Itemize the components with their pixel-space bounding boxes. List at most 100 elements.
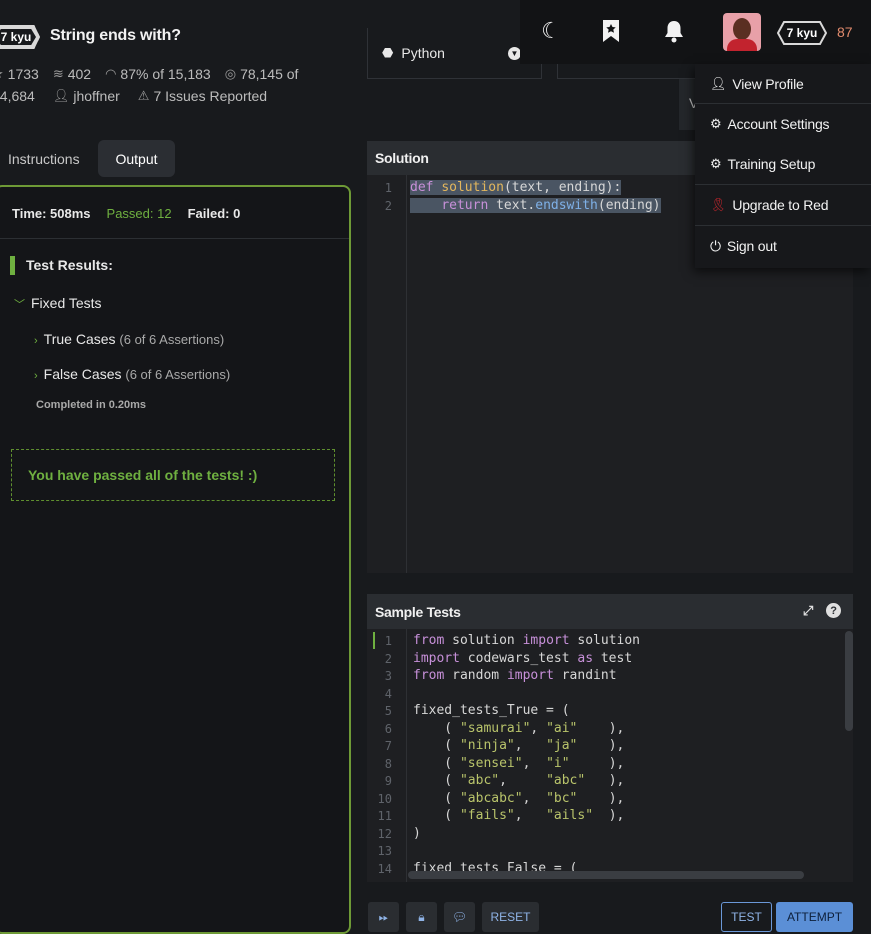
line-number: 2 — [384, 199, 392, 213]
unlock-solutions-button[interactable]: 🔒︎ — [406, 902, 437, 932]
discuss-button[interactable]: 💬︎ — [444, 902, 475, 932]
run-time: Time: 508ms — [12, 206, 91, 221]
line-number: 13 — [377, 844, 392, 858]
completions-total: 54,684 — [0, 88, 35, 104]
collections-icon: ≋ — [52, 66, 64, 81]
divider — [0, 238, 349, 239]
line-number: 7 — [384, 739, 392, 753]
power-icon: ⏻ — [710, 237, 721, 254]
completed-time: Completed in 0.20ms — [36, 399, 147, 411]
menu-label: Sign out — [726, 238, 777, 254]
issues-link[interactable]: 7 Issues Reported — [153, 88, 267, 104]
star-icon: ★ — [0, 66, 4, 82]
moon-icon[interactable]: ☾ — [538, 18, 564, 44]
user-rank-text: 7 kyu — [786, 26, 818, 40]
completions-count: 78,145 of — [240, 66, 299, 82]
line-number: 10 — [377, 792, 392, 806]
sample-tests-editor[interactable]: 1 2 3 4 5 6 7 8 9 10 11 12 13 14 from so… — [367, 629, 853, 882]
code-line: def solution(text, ending): — [410, 180, 622, 195]
skip-button[interactable]: ⏩︎ — [368, 902, 399, 932]
line-number: 11 — [377, 809, 392, 823]
warning-icon: ⚠ — [137, 88, 150, 103]
line-number: 1 — [384, 634, 392, 648]
help-icon[interactable]: ? — [826, 603, 841, 618]
test-case-true[interactable]: › True Cases (6 of 6 Assertions) — [34, 331, 224, 347]
stars-count: 1733 — [7, 66, 39, 82]
code-line: ( "abcabc", "bc" ), — [413, 791, 625, 806]
test-results-heading: Test Results: — [10, 256, 113, 275]
menu-view-profile[interactable]: 👤︎ View Profile — [695, 64, 871, 104]
case-label: True Cases — [43, 331, 116, 347]
menu-account-settings[interactable]: ⚙ Account Settings — [695, 104, 871, 144]
code-line: import codewars_test as test — [413, 651, 633, 666]
satisfaction-rating: 87% of 15,183 — [120, 66, 211, 82]
horizontal-scrollbar[interactable] — [408, 871, 804, 879]
expand-icon[interactable]: ⤢ — [803, 603, 813, 619]
code-line: fixed_tests_True = ( — [413, 703, 570, 718]
satisfaction-icon: ◠ — [105, 66, 117, 81]
chat-icon: 💬︎ — [451, 910, 468, 924]
bookmark-icon[interactable] — [598, 18, 624, 44]
honor-score: 87 — [837, 24, 853, 40]
chevron-right-icon: › — [34, 370, 38, 382]
avatar[interactable] — [723, 13, 761, 51]
line-gutter: 1 2 — [367, 175, 407, 573]
gears-icon: ⚙ — [710, 156, 722, 171]
line-gutter: 1 2 3 4 5 6 7 8 9 10 11 12 13 14 — [367, 629, 407, 882]
tab-output[interactable]: Output — [98, 140, 175, 177]
passed-message: You have passed all of the tests! :) — [11, 449, 335, 501]
passed-count: Passed: 12 — [106, 206, 172, 221]
bell-icon[interactable] — [661, 18, 687, 44]
fixed-tests-label: Fixed Tests — [31, 295, 102, 311]
active-line-marker — [373, 632, 375, 649]
line-number: 6 — [384, 722, 392, 736]
attempt-button[interactable]: ATTEMPT — [776, 902, 853, 932]
top-navbar: ☾ 7 kyu 87 — [520, 0, 871, 64]
line-number: 8 — [384, 757, 392, 771]
author-icon: 👤︎ — [52, 88, 70, 103]
user-menu: 👤︎ View Profile ⚙ Account Settings ⚙ Tra… — [695, 64, 871, 268]
kata-stats-row-2: 54,684 👤︎ jhoffner ⚠ 7 Issues Reported — [0, 88, 267, 104]
kata-title[interactable]: String ends with? — [50, 27, 181, 45]
sample-tests-title: Sample Tests — [375, 603, 461, 620]
avatar-shirt — [727, 39, 757, 51]
gears-icon: ⚙ — [710, 116, 722, 131]
line-number: 5 — [384, 704, 392, 718]
chevron-down-icon: ﹀ — [14, 299, 25, 311]
kata-stats-row: ★ 1733 ≋ 402 ◠ 87% of 15,183 ◎ 78,145 of — [0, 66, 298, 82]
failed-count: Failed: 0 — [187, 206, 241, 221]
line-number: 14 — [377, 862, 392, 876]
kata-rank-badge: 7 kyu — [0, 25, 40, 49]
code-line: ( "ninja", "ja" ), — [413, 738, 625, 753]
user-icon: 👤︎ — [710, 76, 727, 91]
test-case-false[interactable]: › False Cases (6 of 6 Assertions) — [34, 366, 230, 382]
chevron-right-icon: › — [34, 335, 38, 347]
line-number: 1 — [384, 181, 392, 195]
code-line: ) — [413, 826, 421, 841]
line-number: 3 — [384, 669, 392, 683]
line-number: 12 — [377, 827, 392, 841]
menu-label: Upgrade to Red — [732, 197, 829, 213]
vertical-scrollbar[interactable] — [845, 631, 853, 731]
menu-label: Account Settings — [727, 116, 830, 132]
ribbon-icon: 🎗︎ — [710, 197, 727, 212]
collections-count: 402 — [67, 66, 92, 82]
user-rank-badge: 7 kyu — [777, 21, 827, 45]
output-panel: Time: 508ms Passed: 12 Failed: 0 Test Re… — [0, 185, 351, 934]
menu-training-setup[interactable]: ⚙ Training Setup — [695, 144, 871, 184]
sample-tests-header: Sample Tests ⤢ ? — [367, 594, 853, 629]
author-link[interactable]: jhoffner — [73, 88, 119, 104]
reset-button[interactable]: RESET — [482, 902, 539, 932]
tab-instructions[interactable]: Instructions — [8, 140, 80, 177]
language-select[interactable]: ⬣ Python ▼ — [367, 28, 542, 79]
line-number: 4 — [384, 687, 392, 701]
menu-label: View Profile — [732, 76, 804, 92]
menu-sign-out[interactable]: ⏻ Sign out — [695, 226, 871, 266]
test-button[interactable]: TEST — [721, 902, 772, 932]
fixed-tests-group[interactable]: ﹀ Fixed Tests — [14, 295, 102, 312]
language-value: Python — [401, 45, 445, 61]
avatar-face — [733, 18, 751, 40]
menu-upgrade[interactable]: 🎗︎ Upgrade to Red — [695, 185, 871, 225]
code-line: ( "samurai", "ai" ), — [413, 721, 625, 736]
code-line: from solution import solution — [413, 633, 641, 648]
